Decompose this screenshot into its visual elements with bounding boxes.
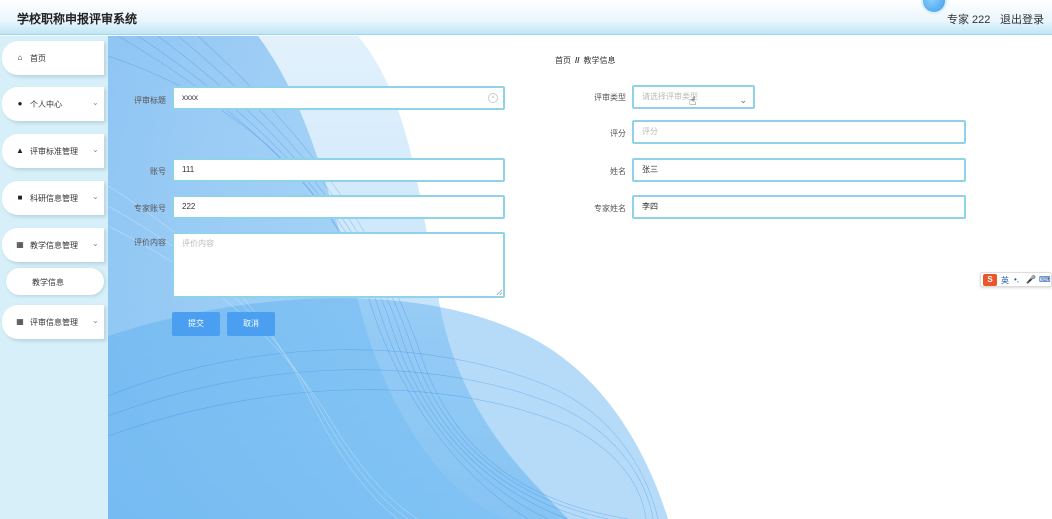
- user-icon: ●: [17, 99, 23, 108]
- account-label: 账号: [150, 167, 166, 176]
- top-header: 学校职称申报评审系统 专家 222 退出登录: [0, 0, 1052, 35]
- submit-button[interactable]: 提交: [172, 312, 220, 336]
- name-label: 姓名: [610, 167, 626, 176]
- hand-cursor-icon: ☝: [689, 94, 697, 108]
- review-title-value: xxxx: [182, 93, 198, 102]
- breadcrumb-current: 教学信息: [583, 56, 616, 65]
- current-user: 专家 222: [947, 14, 991, 26]
- review-content-placeholder: 评价内容: [182, 239, 214, 248]
- sidebar-subitem-teaching-info[interactable]: 教学信息: [6, 268, 104, 295]
- sidebar-item-home[interactable]: ⌂ 首页: [2, 41, 104, 75]
- expert-name-label: 专家姓名: [594, 204, 626, 213]
- sidebar-subitem-label: 教学信息: [32, 278, 64, 287]
- ime-punct-toggle[interactable]: •,: [1014, 275, 1019, 284]
- breadcrumb: 首页 //教学信息: [555, 55, 615, 66]
- score-placeholder: 评分: [642, 127, 658, 136]
- keyboard-icon[interactable]: ⌨: [1039, 275, 1051, 284]
- sidebar: ⌂ 首页 ● 个人中心 ⌄ ▲ 评审标准管理 ⌄ ■ 科研信息管理 ⌄ ▦ 教学…: [0, 36, 108, 519]
- expert-name-value: 李四: [642, 202, 658, 211]
- sidebar-item-label: 个人中心: [30, 100, 62, 109]
- app-title: 学校职称申报评审系统: [17, 12, 138, 26]
- clear-icon[interactable]: ×: [488, 93, 498, 103]
- grid-icon: ▦: [16, 240, 24, 249]
- video-icon: ■: [17, 193, 23, 202]
- review-content-label: 评价内容: [134, 238, 166, 247]
- breadcrumb-separator: //: [575, 56, 580, 65]
- chevron-down-icon: ⌄: [739, 95, 747, 105]
- logout-link[interactable]: 退出登录: [1000, 11, 1044, 27]
- sidebar-item-label: 教学信息管理: [30, 241, 78, 250]
- breadcrumb-home[interactable]: 首页: [555, 56, 571, 65]
- sidebar-item-review-info[interactable]: ▦ 评审信息管理 ⌄: [2, 305, 104, 339]
- name-value: 张三: [642, 165, 658, 174]
- avatar[interactable]: [921, 0, 947, 14]
- microphone-icon[interactable]: 🎤: [1026, 275, 1036, 284]
- account-value: 111: [182, 165, 195, 174]
- chevron-down-icon: ⌄: [92, 145, 99, 154]
- name-input[interactable]: 张三: [632, 158, 966, 182]
- resize-handle-icon[interactable]: [496, 289, 502, 295]
- chevron-down-icon: ⌄: [92, 192, 99, 201]
- expert-name-input[interactable]: 李四: [632, 195, 966, 219]
- chevron-down-icon: ⌄: [92, 316, 99, 325]
- sidebar-item-label: 科研信息管理: [30, 194, 78, 203]
- review-title-label: 评审标题: [134, 96, 166, 105]
- chevron-down-icon: ⌄: [92, 98, 99, 107]
- expert-account-input[interactable]: 222: [172, 195, 505, 219]
- sidebar-item-personal-center[interactable]: ● 个人中心 ⌄: [2, 87, 104, 121]
- home-icon: ⌂: [17, 53, 23, 62]
- sidebar-item-review-standards[interactable]: ▲ 评审标准管理 ⌄: [2, 134, 104, 168]
- cancel-button[interactable]: 取消: [227, 312, 275, 336]
- sidebar-item-label: 首页: [30, 54, 46, 63]
- review-content-textarea[interactable]: 评价内容: [172, 232, 505, 298]
- score-label: 评分: [610, 129, 626, 138]
- sidebar-item-teaching-info[interactable]: ▦ 教学信息管理 ⌄: [2, 228, 104, 262]
- grid-icon: ▦: [16, 317, 24, 326]
- ime-lang-toggle[interactable]: 英: [1001, 275, 1009, 286]
- sidebar-item-research-info[interactable]: ■ 科研信息管理 ⌄: [2, 181, 104, 215]
- review-type-label: 评审类型: [594, 93, 626, 102]
- sogou-logo-icon[interactable]: S: [983, 274, 997, 286]
- account-input[interactable]: 111: [172, 158, 505, 182]
- score-input[interactable]: 评分: [632, 120, 966, 144]
- review-title-input[interactable]: xxxx ×: [172, 86, 505, 110]
- chevron-down-icon: ⌄: [92, 239, 99, 248]
- ime-toolbar: S 英 •, 🎤 ⌨: [980, 272, 1052, 287]
- sidebar-item-label: 评审信息管理: [30, 318, 78, 327]
- expert-account-label: 专家账号: [134, 204, 166, 213]
- thumbs-up-icon: ▲: [16, 146, 24, 155]
- sidebar-item-label: 评审标准管理: [30, 147, 78, 156]
- expert-account-value: 222: [182, 202, 196, 211]
